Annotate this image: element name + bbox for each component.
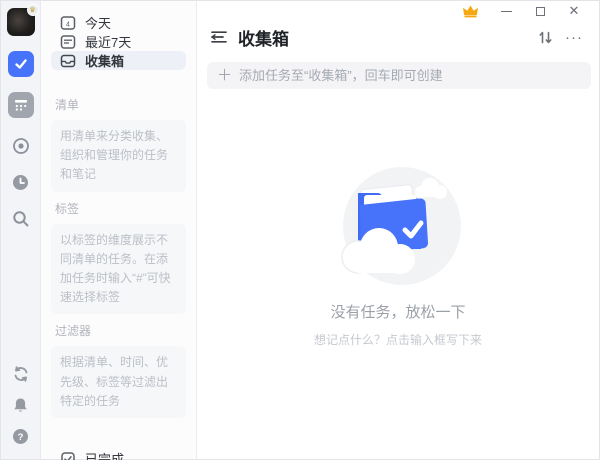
maximize-icon xyxy=(536,7,545,16)
empty-state: 没有任务，放松一下 想记点什么？点击输入框写下来 xyxy=(197,165,599,459)
minimize-icon xyxy=(501,11,512,12)
sync-button[interactable] xyxy=(12,365,30,383)
empty-state-title: 没有任务，放松一下 xyxy=(330,301,465,322)
sort-icon xyxy=(538,30,553,45)
focus-tab[interactable] xyxy=(12,137,30,155)
section-label-lists[interactable]: 清单 xyxy=(55,96,182,113)
nav-item-label: 今天 xyxy=(85,13,111,32)
sidebar-toggle-button[interactable] xyxy=(211,30,228,44)
page-title: 收集箱 xyxy=(238,25,538,50)
close-icon: ✕ xyxy=(569,3,580,19)
app-window: ♛ ? 4 今天 xyxy=(0,0,600,460)
window-titlebar: ✕ xyxy=(197,1,599,21)
main-header: 收集箱 ··· xyxy=(197,21,599,53)
svg-text:?: ? xyxy=(18,432,24,443)
tasks-tab[interactable] xyxy=(8,51,34,77)
section-desc-filters: 根据清单、时间、优先级、标签等过滤出特定的任务 xyxy=(51,346,186,418)
calendar-today-icon: 4 xyxy=(60,15,76,31)
list-panel: 4 今天 最近7天 收集箱 清单 用清单来分类收集、组织和管理你的任务和笔记 标… xyxy=(41,1,197,459)
search-button[interactable] xyxy=(12,210,30,228)
nav-item-label: 最近7天 xyxy=(85,32,131,51)
plus-icon: ＋ xyxy=(217,68,232,83)
bell-icon xyxy=(12,397,29,414)
nav-item-next7days[interactable]: 最近7天 xyxy=(51,32,186,51)
more-options-button[interactable]: ··· xyxy=(565,30,583,45)
notifications-button[interactable] xyxy=(12,397,29,414)
check-icon xyxy=(14,57,28,71)
sort-button[interactable] xyxy=(538,30,553,45)
help-button[interactable]: ? xyxy=(12,428,29,445)
nav-item-today[interactable]: 4 今天 xyxy=(51,13,186,32)
inbox-icon xyxy=(60,53,76,69)
icon-rail: ♛ ? xyxy=(1,1,41,459)
nav-item-completed[interactable]: 已完成 xyxy=(51,444,186,460)
section-desc-tags: 以标签的维度展示不同清单的任务。在添加任务时输入“#”可快速选择标签 xyxy=(51,224,186,315)
add-task-input[interactable] xyxy=(239,68,581,83)
empty-folder-illustration xyxy=(324,165,472,287)
nav-item-label: 已完成 xyxy=(85,449,124,460)
calendar-week-icon xyxy=(60,34,76,50)
search-icon xyxy=(12,210,30,228)
header-actions: ··· xyxy=(538,30,583,45)
nav-item-inbox[interactable]: 收集箱 xyxy=(51,51,186,70)
sync-icon xyxy=(12,365,30,383)
user-avatar[interactable]: ♛ xyxy=(7,8,35,36)
main-area: ✕ 收集箱 ··· ＋ xyxy=(197,1,599,459)
minimize-button[interactable] xyxy=(489,1,523,21)
maximize-button[interactable] xyxy=(523,1,557,21)
completed-check-icon xyxy=(60,451,76,460)
section-label-tags[interactable]: 标签 xyxy=(55,200,182,217)
nav-item-label: 收集箱 xyxy=(85,51,124,70)
help-icon: ? xyxy=(12,428,29,445)
panel-footer: 已完成 垃圾桶 xyxy=(51,444,186,460)
premium-button[interactable] xyxy=(453,1,487,21)
habit-tab[interactable] xyxy=(8,92,34,118)
add-task-bar[interactable]: ＋ xyxy=(207,62,591,89)
close-button[interactable]: ✕ xyxy=(557,1,591,21)
section-label-filters[interactable]: 过滤器 xyxy=(55,322,182,339)
avatar-premium-badge: ♛ xyxy=(27,4,39,16)
target-icon xyxy=(12,137,30,155)
clock-icon xyxy=(12,174,29,191)
pomodoro-tab[interactable] xyxy=(12,174,29,191)
premium-crown-icon xyxy=(462,4,479,18)
svg-text:4: 4 xyxy=(66,21,70,28)
collapse-menu-icon xyxy=(211,30,228,44)
section-desc-lists: 用清单来分类收集、组织和管理你的任务和笔记 xyxy=(51,120,186,192)
empty-state-subtitle: 想记点什么？点击输入框写下来 xyxy=(314,331,482,348)
grid-icon xyxy=(14,98,28,112)
